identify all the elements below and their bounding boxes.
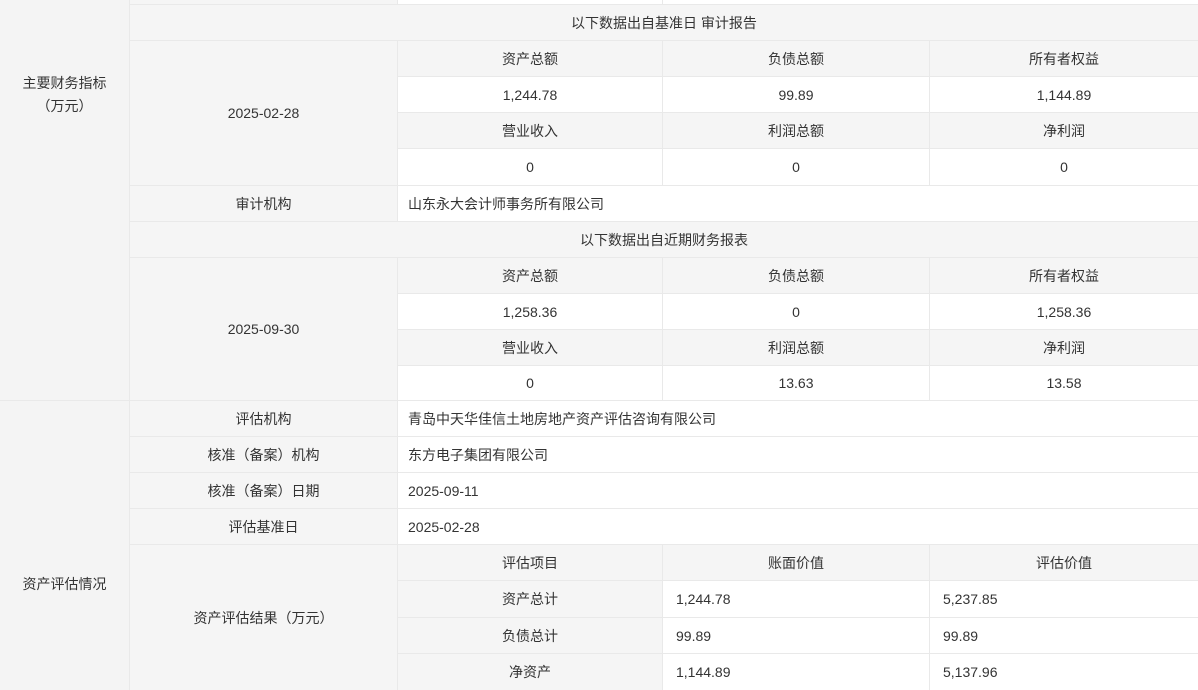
col-header-net-profit: 净利润 — [930, 113, 1198, 149]
approval-date-label: 核准（备案）日期 — [130, 473, 398, 509]
section-cell-financial-indicators: 主要财务指标 （万元） — [0, 0, 130, 401]
result-appraised-total-assets: 5,237.85 — [930, 581, 1198, 618]
recent-section-header: 以下数据出自近期财务报表 — [130, 222, 1198, 258]
value-total-liabilities: 0 — [663, 294, 930, 330]
approval-agency-label: 核准（备案）机构 — [130, 437, 398, 473]
value-total-assets: 1,258.36 — [398, 294, 663, 330]
recent-date-cell: 2025-09-30 — [130, 258, 398, 401]
value-total-profit: 13.63 — [663, 366, 930, 401]
col-header-operating-revenue: 营业收入 — [398, 113, 663, 149]
col-header-total-assets: 资产总额 — [398, 41, 663, 77]
evaluation-base-date-label: 评估基准日 — [130, 509, 398, 545]
baseline-date-cell: 2025-02-28 — [130, 41, 398, 186]
col-header-operating-revenue: 营业收入 — [398, 330, 663, 366]
col-header-total-profit: 利润总额 — [663, 330, 930, 366]
result-appraised-total-liabilities: 99.89 — [930, 618, 1198, 654]
col-header-total-assets: 资产总额 — [398, 258, 663, 294]
evaluation-base-date-value: 2025-02-28 — [398, 509, 1198, 545]
financial-detail-table: 主要财务指标 （万元） 资产评估情况 以下数据出自基准日 审计报告 2025-0… — [0, 0, 1198, 690]
section-label-financial-indicators-line1: 主要财务指标 — [0, 72, 129, 95]
result-item-total-assets: 资产总计 — [398, 581, 663, 618]
audit-agency-label: 审计机构 — [130, 186, 398, 222]
value-operating-revenue: 0 — [398, 149, 663, 186]
approval-agency-value: 东方电子集团有限公司 — [398, 437, 1198, 473]
col-header-net-profit: 净利润 — [930, 330, 1198, 366]
value-owner-equity: 1,258.36 — [930, 294, 1198, 330]
col-header-book-value: 账面价值 — [663, 545, 930, 581]
section-label-financial-indicators-line2: （万元） — [0, 95, 129, 118]
value-total-assets: 1,244.78 — [398, 77, 663, 113]
evaluation-agency-value: 青岛中天华佳信土地房地产资产评估咨询有限公司 — [398, 401, 1198, 437]
evaluation-result-label: 资产评估结果（万元） — [130, 545, 398, 690]
value-total-profit: 0 — [663, 149, 930, 186]
baseline-section-header: 以下数据出自基准日 审计报告 — [130, 5, 1198, 41]
section-cell-asset-evaluation: 资产评估情况 — [0, 401, 130, 690]
result-item-net-assets: 净资产 — [398, 654, 663, 690]
value-total-liabilities: 99.89 — [663, 77, 930, 113]
result-appraised-net-assets: 5,137.96 — [930, 654, 1198, 690]
result-book-total-liabilities: 99.89 — [663, 618, 930, 654]
col-header-owner-equity: 所有者权益 — [930, 258, 1198, 294]
value-net-profit: 13.58 — [930, 366, 1198, 401]
col-header-owner-equity: 所有者权益 — [930, 41, 1198, 77]
result-item-total-liabilities: 负债总计 — [398, 618, 663, 654]
col-header-appraised-value: 评估价值 — [930, 545, 1198, 581]
col-header-total-profit: 利润总额 — [663, 113, 930, 149]
col-header-total-liabilities: 负债总额 — [663, 41, 930, 77]
col-header-evaluation-item: 评估项目 — [398, 545, 663, 581]
col-header-total-liabilities: 负债总额 — [663, 258, 930, 294]
evaluation-agency-label: 评估机构 — [130, 401, 398, 437]
value-net-profit: 0 — [930, 149, 1198, 186]
result-book-net-assets: 1,144.89 — [663, 654, 930, 690]
audit-agency-value: 山东永大会计师事务所有限公司 — [398, 186, 1198, 222]
value-operating-revenue: 0 — [398, 366, 663, 401]
result-book-total-assets: 1,244.78 — [663, 581, 930, 618]
section-label-asset-evaluation: 资产评估情况 — [0, 573, 129, 596]
value-owner-equity: 1,144.89 — [930, 77, 1198, 113]
approval-date-value: 2025-09-11 — [398, 473, 1198, 509]
